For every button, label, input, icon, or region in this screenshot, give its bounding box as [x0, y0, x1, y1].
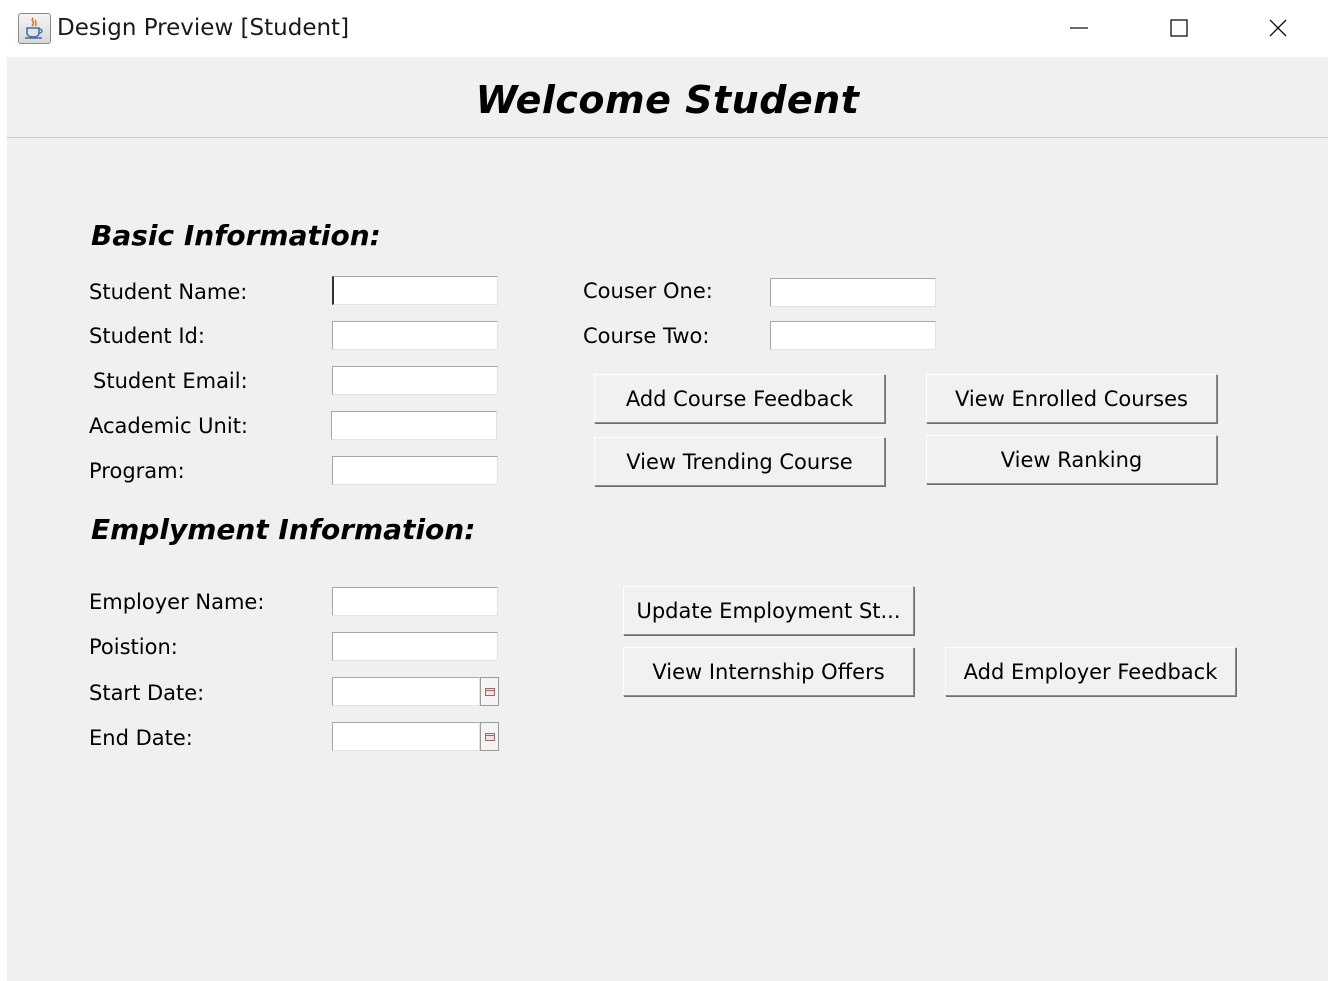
minimize-button[interactable] [1033, 0, 1123, 57]
student-id-field[interactable] [332, 321, 498, 350]
window-title: Design Preview [Student] [57, 15, 350, 41]
start-date-field[interactable] [332, 677, 480, 706]
page-title: Welcome Student [475, 78, 860, 122]
end-date-picker-button[interactable] [480, 722, 499, 751]
basic-info-title: Basic Information: [91, 219, 381, 252]
end-date-field[interactable] [332, 722, 480, 751]
position-label: Poistion: [89, 635, 178, 659]
view-enrolled-courses-button[interactable]: View Enrolled Courses [926, 374, 1217, 423]
course-two-label: Course Two: [583, 324, 710, 348]
java-cup-icon [18, 13, 51, 44]
employment-info-title: Emplyment Information: [91, 513, 476, 546]
employer-name-label: Employer Name: [89, 590, 265, 614]
student-name-field[interactable] [332, 276, 498, 305]
program-field[interactable] [332, 456, 498, 485]
student-id-label: Student Id: [89, 324, 205, 348]
end-date-label: End Date: [89, 726, 193, 750]
start-date-picker-button[interactable] [480, 677, 499, 706]
window-border [1328, 57, 1343, 981]
student-email-field[interactable] [332, 366, 498, 395]
academic-unit-label: Academic Unit: [89, 414, 248, 438]
employer-name-field[interactable] [332, 587, 498, 616]
view-internship-offers-button[interactable]: View Internship Offers [623, 647, 914, 696]
position-field[interactable] [332, 632, 498, 661]
course-one-field[interactable] [770, 278, 936, 307]
close-button[interactable] [1232, 0, 1322, 57]
update-employment-status-button[interactable]: Update Employment St... [623, 586, 914, 635]
calendar-icon [485, 688, 495, 696]
view-ranking-button[interactable]: View Ranking [926, 435, 1217, 484]
title-bar: Design Preview [Student] [0, 0, 1343, 57]
student-name-label: Student Name: [89, 280, 248, 304]
student-form-panel: Welcome Student Basic Information: Stude… [7, 57, 1328, 981]
start-date-label: Start Date: [89, 681, 205, 705]
maximize-icon [1170, 19, 1188, 37]
view-trending-course-button[interactable]: View Trending Course [594, 437, 885, 486]
calendar-icon [485, 733, 495, 741]
minimize-icon [1070, 27, 1088, 29]
maximize-button[interactable] [1133, 0, 1223, 57]
course-two-field[interactable] [770, 321, 936, 350]
close-icon [1269, 19, 1287, 37]
course-one-label: Couser One: [583, 279, 713, 303]
add-employer-feedback-button[interactable]: Add Employer Feedback [945, 647, 1236, 696]
header-divider [7, 137, 1328, 138]
academic-unit-field[interactable] [331, 411, 497, 440]
student-email-label: Student Email: [93, 369, 248, 393]
add-course-feedback-button[interactable]: Add Course Feedback [594, 374, 885, 423]
program-label: Program: [89, 459, 185, 483]
